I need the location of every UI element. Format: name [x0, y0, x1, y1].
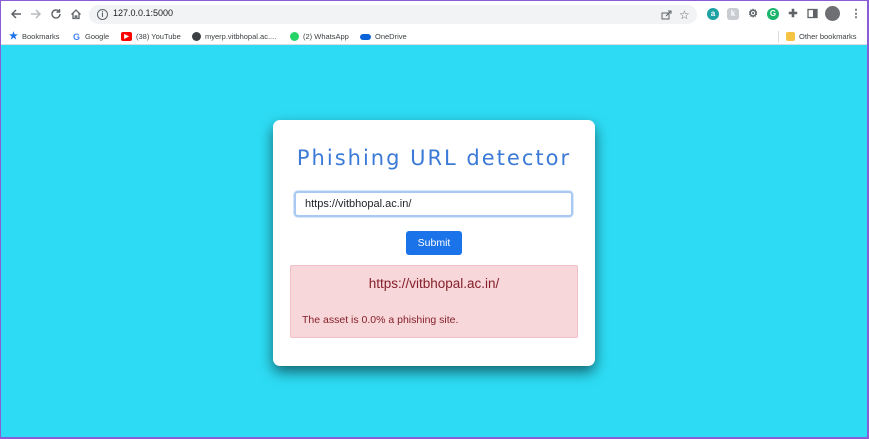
browser-window: i 127.0.0.1:5000 ☆ a k ⚙ G ✚ ⋮ ★ Bookmar… — [1, 1, 867, 437]
other-bookmarks[interactable]: Other bookmarks — [786, 30, 857, 43]
bookmark-label: (38) YouTube — [136, 32, 181, 41]
whatsapp-icon — [290, 32, 299, 41]
extension-a-icon[interactable]: a — [707, 8, 719, 20]
bookmark-item[interactable]: myerp.vitbhopal.ac.... — [192, 30, 276, 43]
page-title: Phishing URL detector — [296, 146, 572, 170]
address-bar[interactable]: i 127.0.0.1:5000 ☆ — [89, 5, 697, 24]
globe-icon — [192, 32, 201, 41]
robot-extension-icon[interactable]: ⚙ — [747, 8, 759, 20]
share-icon[interactable] — [661, 10, 672, 23]
bookmark-label: (2) WhatsApp — [303, 32, 349, 41]
detector-card: Phishing URL detector Submit https://vit… — [273, 120, 595, 366]
star-icon: ★ — [9, 31, 18, 42]
menu-kebab-icon[interactable]: ⋮ — [850, 8, 862, 20]
result-alert: https://vitbhopal.ac.in/ The asset is 0.… — [290, 265, 578, 338]
folder-icon — [786, 32, 795, 41]
reload-icon[interactable] — [47, 5, 65, 23]
bookmark-item[interactable]: G Google — [72, 30, 109, 43]
extension-c-icon[interactable]: G — [767, 8, 779, 20]
bookmark-label: Bookmarks — [22, 32, 60, 41]
bookmark-item[interactable]: (2) WhatsApp — [290, 30, 349, 43]
bookmark-star-icon[interactable]: ☆ — [679, 8, 690, 22]
bookmarks-bar: ★ Bookmarks G Google ▶ (38) YouTube myer… — [1, 28, 867, 45]
side-panel-icon[interactable] — [806, 8, 818, 20]
bookmark-item[interactable]: ★ Bookmarks — [9, 30, 60, 43]
submit-button[interactable]: Submit — [406, 231, 462, 255]
url-input[interactable] — [294, 191, 573, 217]
bookmark-label: OneDrive — [375, 32, 407, 41]
address-url: 127.0.0.1:5000 — [113, 8, 174, 18]
bookmarks-divider — [778, 31, 779, 42]
bookmark-item[interactable]: ▶ (38) YouTube — [121, 30, 181, 43]
google-icon: G — [72, 31, 80, 42]
bookmark-label: myerp.vitbhopal.ac.... — [205, 32, 277, 41]
extension-k-icon[interactable]: k — [727, 8, 739, 20]
home-icon[interactable] — [67, 5, 85, 23]
bookmark-item[interactable]: OneDrive — [360, 30, 407, 43]
browser-toolbar: i 127.0.0.1:5000 ☆ a k ⚙ G ✚ ⋮ — [1, 1, 867, 28]
other-bookmarks-label: Other bookmarks — [799, 32, 857, 41]
result-message: The asset is 0.0% a phishing site. — [302, 314, 459, 326]
forward-arrow-icon[interactable] — [27, 5, 45, 23]
onedrive-icon — [360, 33, 371, 40]
bookmark-label: Google — [85, 32, 110, 41]
info-icon[interactable]: i — [97, 9, 108, 20]
back-arrow-icon[interactable] — [7, 5, 25, 23]
profile-avatar[interactable] — [825, 6, 840, 21]
extensions-puzzle-icon[interactable]: ✚ — [787, 8, 799, 20]
youtube-icon: ▶ — [121, 32, 132, 41]
result-url: https://vitbhopal.ac.in/ — [368, 276, 500, 291]
page-content: Phishing URL detector Submit https://vit… — [1, 45, 867, 437]
